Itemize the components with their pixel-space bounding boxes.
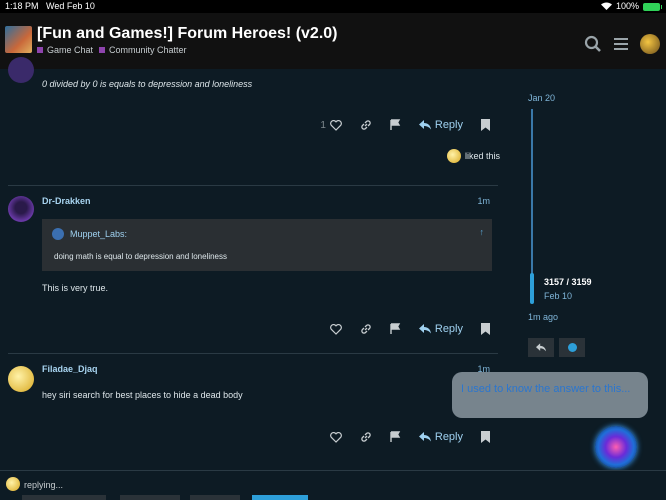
topic-header: [Fun and Games!] Forum Heroes! (v2.0) Ga… [0, 13, 666, 69]
user-avatar[interactable] [640, 34, 660, 54]
bottom-tab[interactable] [190, 495, 240, 500]
bookmark-icon[interactable] [481, 119, 490, 131]
like-count[interactable]: 1 [320, 120, 326, 131]
post-author[interactable]: Dr-Drakken [42, 196, 91, 206]
category-game-chat[interactable]: Game Chat [37, 45, 93, 55]
category-color-square [37, 47, 43, 53]
category-badges: Game Chat Community Chatter [37, 45, 187, 55]
post-previous: 0 divided by 0 is equals to depression a… [0, 57, 500, 179]
bottom-tab[interactable] [120, 495, 180, 500]
timeline-start-date[interactable]: Jan 20 [528, 93, 555, 103]
link-icon[interactable] [360, 119, 372, 131]
topic-timeline: Jan 20 3157 / 3159 Feb 10 1m ago [528, 93, 648, 373]
timeline-reply-button[interactable] [528, 338, 554, 357]
reply-button[interactable]: Reply [418, 431, 463, 443]
category-label: Game Chat [47, 45, 94, 55]
replying-text: replying... [24, 480, 64, 490]
like-group: 1 [320, 119, 342, 131]
link-icon[interactable] [360, 323, 372, 335]
timeline-notification-button[interactable] [559, 338, 585, 357]
reply-label: Reply [434, 323, 463, 335]
post-actions: Reply [329, 323, 490, 335]
liker-avatar[interactable] [446, 149, 461, 163]
search-icon[interactable] [584, 35, 602, 53]
bottom-tab[interactable] [252, 495, 308, 500]
reply-button[interactable]: Reply [418, 119, 463, 131]
reply-label: Reply [434, 431, 463, 443]
hamburger-menu-icon[interactable] [612, 35, 630, 53]
post-time[interactable]: 1m [477, 196, 490, 206]
reply-label: Reply [434, 119, 463, 131]
flag-icon[interactable] [390, 323, 401, 335]
tracking-dot-icon [567, 343, 577, 352]
category-label: Community Chatter [109, 45, 187, 55]
status-bar: 1:18 PM Wed Feb 10 100% [0, 0, 666, 13]
post-body: This is very true. [42, 283, 109, 293]
quote-body: doing math is equal to depression and lo… [54, 252, 228, 261]
bookmark-icon[interactable] [481, 431, 490, 443]
reply-arrow-icon [418, 120, 431, 130]
post-filadae-djaq: Filadae_Djaq 1m hey siri search for best… [0, 354, 500, 466]
siri-response-card[interactable]: I used to know the answer to this... [452, 372, 648, 418]
status-date: Wed Feb 10 [46, 1, 95, 11]
reply-arrow-icon [418, 432, 431, 442]
site-logo[interactable] [5, 26, 32, 53]
status-right: 100% [600, 0, 662, 13]
quote-avatar [52, 228, 64, 240]
avatar[interactable] [8, 196, 34, 222]
expand-quote-icon[interactable]: ↑ [480, 227, 485, 237]
timeline-current-date: Feb 10 [544, 291, 573, 301]
avatar[interactable] [8, 366, 34, 392]
heart-icon[interactable] [329, 323, 342, 335]
status-time: 1:18 PM [5, 1, 39, 11]
flag-icon[interactable] [390, 431, 401, 443]
post-actions: 1 Reply [320, 119, 490, 131]
link-icon[interactable] [360, 431, 372, 443]
flag-icon[interactable] [390, 119, 401, 131]
timeline-last-activity[interactable]: 1m ago [528, 312, 558, 322]
bottom-edge-tabs [0, 495, 666, 500]
heart-icon[interactable] [329, 431, 342, 443]
liked-text: liked this [464, 151, 500, 161]
header-icons [584, 34, 660, 54]
timeline-controls [528, 338, 585, 357]
bookmark-icon[interactable] [481, 323, 490, 335]
topic-title[interactable]: [Fun and Games!] Forum Heroes! (v2.0) [37, 25, 338, 43]
timeline-position: 3157 / 3159 [544, 277, 592, 287]
category-color-square [99, 47, 106, 53]
reply-arrow-icon [418, 324, 431, 334]
reply-button[interactable]: Reply [418, 323, 463, 335]
category-community-chatter[interactable]: Community Chatter [99, 45, 187, 55]
heart-icon[interactable] [329, 119, 342, 131]
battery-icon [643, 2, 662, 11]
replying-user-avatar [6, 477, 20, 491]
wifi-icon [600, 2, 612, 10]
avatar[interactable] [8, 57, 34, 83]
post-dr-drakken: Dr-Drakken 1m Muppet_Labs: ↑ doing math … [0, 186, 500, 351]
siri-response-text: I used to know the answer to this... [461, 383, 631, 395]
post-body: hey siri search for best places to hide … [42, 390, 243, 400]
reply-arrow-icon [536, 343, 546, 352]
timeline-track[interactable] [531, 109, 533, 274]
quote-author: Muppet_Labs: [70, 229, 128, 239]
quote-header[interactable]: Muppet_Labs: [52, 228, 127, 240]
siri-orb-icon[interactable] [595, 426, 637, 468]
post-author[interactable]: Filadae_Djaq [42, 364, 98, 374]
post-body: 0 divided by 0 is equals to depression a… [42, 79, 253, 89]
timeline-scroll-handle[interactable] [530, 273, 534, 304]
liked-by: liked this [446, 149, 500, 163]
bottom-tab[interactable] [22, 495, 106, 500]
status-time-date: 1:18 PM Wed Feb 10 [5, 0, 95, 13]
post-actions: Reply [329, 431, 490, 443]
battery-percent: 100% [615, 1, 639, 11]
quote-block: Muppet_Labs: ↑ doing math is equal to de… [42, 219, 492, 271]
